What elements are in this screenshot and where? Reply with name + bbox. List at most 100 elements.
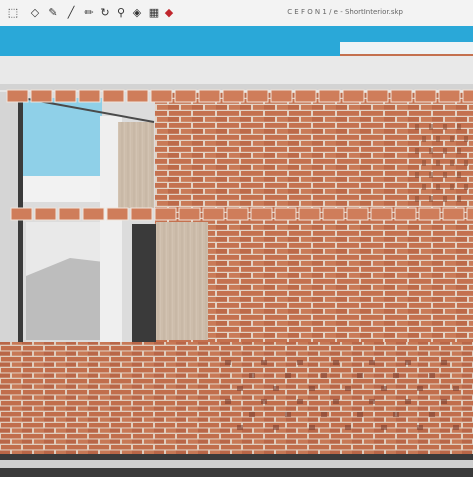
lintel-brick xyxy=(298,207,321,221)
jali-gap xyxy=(436,184,440,190)
lintel-brick xyxy=(442,207,465,221)
lintel-brick xyxy=(294,89,317,103)
jali-gap xyxy=(369,399,375,404)
lintel-brick xyxy=(274,207,297,221)
jali-gap xyxy=(357,373,363,378)
jali-gap xyxy=(422,184,426,190)
lintel-brick xyxy=(318,89,341,103)
line-icon[interactable]: ╱ xyxy=(64,6,78,20)
lintel-brick xyxy=(130,207,153,221)
lintel-brick xyxy=(202,207,225,221)
scene-canvas[interactable] xyxy=(0,26,473,454)
jali-gap xyxy=(393,412,399,417)
jali-gap xyxy=(441,399,447,404)
lintel-brick xyxy=(222,89,245,103)
lintel-brick xyxy=(418,207,441,221)
lintel-brick xyxy=(246,89,269,103)
lintel-brick xyxy=(346,207,369,221)
jali-gap xyxy=(422,160,426,166)
jali-gap xyxy=(450,136,454,142)
lintel-brick xyxy=(366,89,389,103)
lintel-brick xyxy=(106,207,129,221)
pencil-icon[interactable]: ✏ xyxy=(82,6,96,20)
jali-gap xyxy=(261,399,267,404)
jali-gap xyxy=(464,136,468,142)
jali-gap xyxy=(453,386,459,391)
status-strip xyxy=(0,460,473,468)
lintel-brick xyxy=(250,207,273,221)
jali-gap xyxy=(285,373,291,378)
jali-gap xyxy=(415,172,419,178)
lintel-brick xyxy=(174,89,197,103)
lintel-brick xyxy=(82,207,105,221)
slab-shadow xyxy=(0,84,473,90)
status-bar xyxy=(0,454,473,477)
paint-bucket-icon[interactable]: ✎ xyxy=(46,6,60,20)
wood-shutter xyxy=(156,222,208,340)
eraser-icon[interactable]: ◇ xyxy=(28,6,42,20)
jali-gap xyxy=(457,124,461,130)
lintel-brick xyxy=(226,207,249,221)
lintel-brick xyxy=(462,89,473,103)
jali-gap xyxy=(393,373,399,378)
jali-gap xyxy=(249,412,255,417)
exterior-ground xyxy=(22,176,102,202)
lintel-brick xyxy=(10,207,33,221)
jali-gap xyxy=(464,160,468,166)
lintel-brick xyxy=(394,207,417,221)
warehouse-icon[interactable]: ▦ xyxy=(147,6,161,20)
jali-gap xyxy=(436,160,440,166)
jali-gap xyxy=(429,148,433,154)
toolbar: ⬚ ◇ ✎ ╱ ✏ ↻ ⚲ ◈ ▦ ◆ C E F O N 1 / e - Sh… xyxy=(0,0,473,27)
select-icon[interactable]: ⬚ xyxy=(6,6,20,20)
jali-gap xyxy=(443,196,447,202)
jali-gap xyxy=(415,196,419,202)
jali-gap xyxy=(422,136,426,142)
brick-lintel-middle xyxy=(10,207,473,221)
lintel-brick xyxy=(102,89,125,103)
lintel-brick xyxy=(78,89,101,103)
jali-gap xyxy=(429,124,433,130)
jali-gap xyxy=(457,196,461,202)
jali-gap xyxy=(261,360,267,365)
jali-gap xyxy=(415,148,419,154)
jali-gap xyxy=(237,425,243,430)
jali-gap xyxy=(436,136,440,142)
scenes-icon[interactable]: ◈ xyxy=(130,6,144,20)
zoom-icon[interactable]: ⚲ xyxy=(114,6,128,20)
jali-gap xyxy=(225,399,231,404)
dark-jamb xyxy=(132,224,156,342)
jali-gap xyxy=(417,386,423,391)
orbit-icon[interactable]: ↻ xyxy=(98,6,112,20)
lintel-brick xyxy=(466,207,473,221)
jali-gap xyxy=(225,360,231,365)
jali-gap xyxy=(309,425,315,430)
lintel-brick xyxy=(342,89,365,103)
jali-gap xyxy=(405,399,411,404)
jali-gap xyxy=(415,124,419,130)
jali-gap xyxy=(309,386,315,391)
lintel-brick xyxy=(198,89,221,103)
jali-gap xyxy=(443,148,447,154)
jali-gap xyxy=(381,386,387,391)
jali-gap xyxy=(417,425,423,430)
lintel-brick xyxy=(54,89,77,103)
document-title: C E F O N 1 / e - ShortInterior.skp xyxy=(287,8,403,16)
distant-wall xyxy=(340,42,473,56)
jali-gap xyxy=(429,373,435,378)
jali-gap xyxy=(249,373,255,378)
jali-gap xyxy=(333,360,339,365)
jali-gap xyxy=(285,412,291,417)
jali-gap xyxy=(369,360,375,365)
jali-gap xyxy=(345,386,351,391)
brick-wall-lower xyxy=(0,342,473,454)
lintel-brick xyxy=(6,89,29,103)
jali-gap xyxy=(429,172,433,178)
model-viewport[interactable] xyxy=(0,26,473,454)
lintel-brick xyxy=(154,207,177,221)
lintel-brick xyxy=(34,207,57,221)
jali-gap xyxy=(450,160,454,166)
jali-gap xyxy=(441,360,447,365)
ruby-icon[interactable]: ◆ xyxy=(162,6,176,20)
jali-gap xyxy=(443,124,447,130)
